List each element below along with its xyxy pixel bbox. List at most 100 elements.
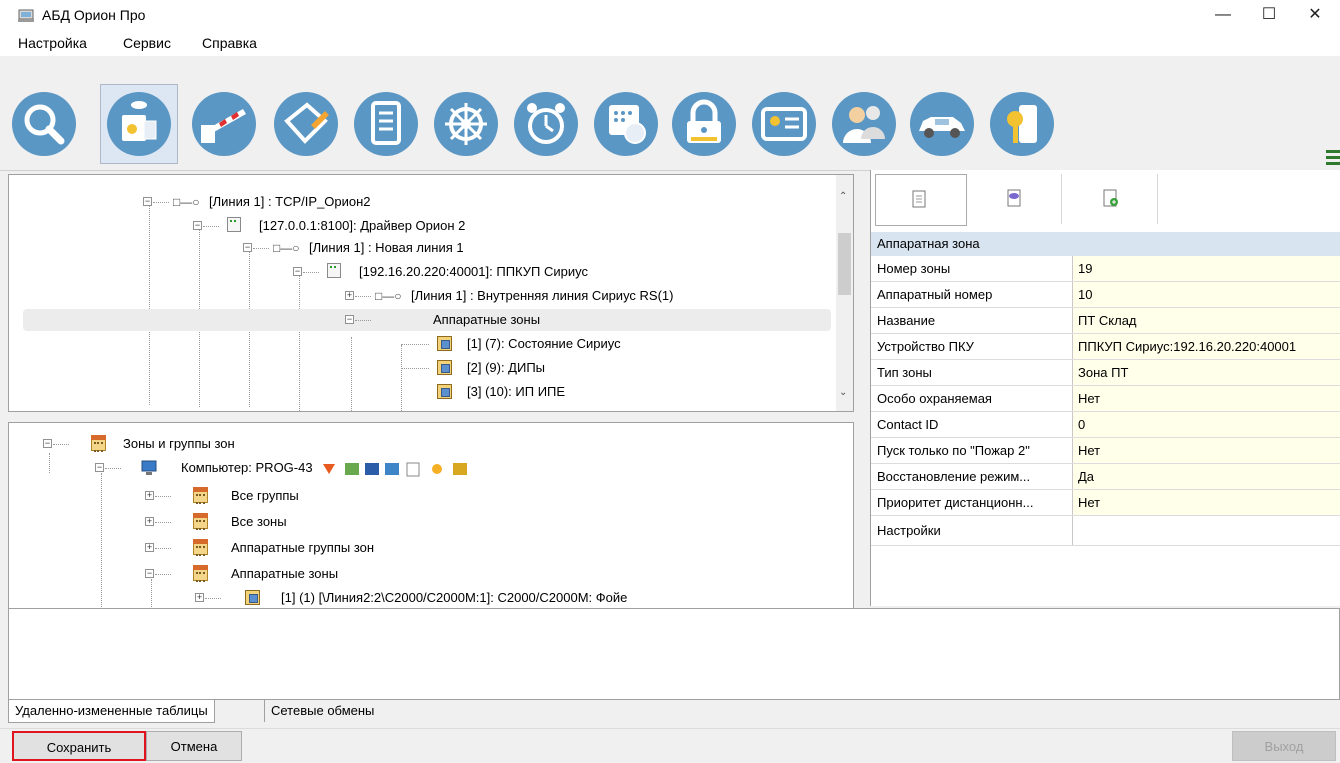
main-toolbar — [0, 56, 1340, 171]
property-key: Приоритет дистанционн... — [871, 490, 1073, 515]
toolbar-button-key[interactable] — [986, 88, 1058, 160]
tab-remote-changed-tables[interactable]: Удаленно-измененные таблицы — [8, 700, 215, 723]
toolbar-button-schedule[interactable] — [590, 88, 662, 160]
scroll-down-icon[interactable]: ⌄ — [839, 387, 847, 398]
toolbar-button-plan-edit[interactable] — [270, 88, 342, 160]
toolbar-button-devices[interactable] — [100, 84, 178, 164]
property-section-header: Аппаратная зона — [871, 232, 1340, 256]
tab-comment[interactable] — [971, 174, 1062, 224]
tree-row-label: Компьютер: PROG-43 — [181, 460, 313, 475]
plan-edit-icon — [274, 92, 338, 156]
property-row[interactable]: Пуск только по "Пожар 2" Нет — [871, 438, 1340, 464]
app-icon — [18, 9, 34, 22]
property-value[interactable]: 0 — [1073, 412, 1340, 437]
tree-row-label: [127.0.0.1:8100]: Драйвер Орион 2 — [259, 218, 466, 233]
toolbar-button-lock[interactable] — [668, 88, 740, 160]
property-value[interactable]: Нет — [1073, 490, 1340, 515]
toolbar-button-search[interactable] — [8, 88, 80, 160]
maximize-button[interactable]: ☐ — [1246, 0, 1292, 30]
property-row[interactable]: Восстановление режим... Да — [871, 464, 1340, 490]
property-value[interactable]: 10 — [1073, 282, 1340, 307]
properties-tab-icon — [912, 190, 926, 208]
toolbar-button-alarm-clock[interactable] — [510, 88, 582, 160]
computer-icon — [141, 460, 157, 475]
zones-calendar-icon — [193, 513, 208, 530]
footer-bar: Сохранить Отмена Выход — [0, 728, 1340, 761]
property-value[interactable]: Да — [1073, 464, 1340, 489]
menu-bar: Настройка Сервис Справка — [0, 30, 1340, 56]
zone-icon — [437, 336, 452, 351]
property-key: Особо охраняемая — [871, 386, 1073, 411]
tree-row-label: [3] (10): ИП ИПЕ — [467, 384, 566, 399]
minimize-button[interactable]: — — [1200, 0, 1246, 30]
schedule-icon — [594, 92, 658, 156]
tree-row-label: Все зоны — [231, 514, 287, 529]
properties-panel: Аппаратная зона Номер зоны 19 Аппаратный … — [870, 170, 1340, 606]
tree-row-label: [Линия 1] : Внутренняя линия Сириус RS(1… — [411, 288, 674, 303]
property-value[interactable]: Зона ПТ — [1073, 360, 1340, 385]
property-row[interactable]: Приоритет дистанционн... Нет — [871, 490, 1340, 516]
tree-row-label: [Линия 1] : Новая линия 1 — [309, 240, 464, 255]
exit-button[interactable]: Выход — [1232, 731, 1336, 761]
property-row[interactable]: Устройство ПКУ ППКУП Сириус:192.16.20.220… — [871, 334, 1340, 360]
property-value[interactable]: Нет — [1073, 438, 1340, 463]
tree-row-label: Все группы — [231, 488, 299, 503]
zones-calendar-icon — [193, 565, 208, 582]
property-row[interactable]: Название ПТ Склад — [871, 308, 1340, 334]
device-tree-scrollbar[interactable]: ⌃ ⌄ — [836, 175, 853, 411]
devices-icon — [107, 92, 171, 156]
property-row[interactable]: Номер зоны 19 — [871, 256, 1340, 282]
window-title: АБД Орион Про — [42, 7, 146, 23]
menu-item-service[interactable]: Сервис — [123, 35, 171, 51]
card-icon — [752, 92, 816, 156]
scroll-up-icon[interactable]: ⌃ — [839, 191, 847, 202]
property-row[interactable]: Тип зоны Зона ПТ — [871, 360, 1340, 386]
property-key: Аппаратный номер — [871, 282, 1073, 307]
property-value[interactable]: Нет — [1073, 386, 1340, 411]
property-value[interactable]: ППКУП Сириус:192.16.20.220:40001 — [1073, 334, 1340, 359]
property-value[interactable]: 19 — [1073, 256, 1340, 281]
toolbar-button-barrier[interactable] — [188, 88, 260, 160]
tab-add[interactable] — [1067, 174, 1158, 224]
property-value[interactable]: ПТ Склад — [1073, 308, 1340, 333]
property-row[interactable]: Contact ID 0 — [871, 412, 1340, 438]
toolbar-grip-icon[interactable] — [1326, 150, 1340, 168]
save-button[interactable]: Сохранить — [12, 731, 146, 761]
property-row[interactable]: Аппаратный номер 10 — [871, 282, 1340, 308]
toolbar-button-card[interactable] — [748, 88, 820, 160]
tree-row-label: [192.16.20.220:40001]: ППКУП Сириус — [359, 264, 588, 279]
zone-tree-panel[interactable]: − Зоны и группы зон − Компьютер: PROG-43… — [8, 422, 854, 610]
property-key: Настройки — [871, 516, 1073, 545]
property-row[interactable]: Особо охраняемая Нет — [871, 386, 1340, 412]
properties-tabs — [871, 170, 1340, 232]
toolbar-button-car[interactable] — [906, 88, 978, 160]
users-icon — [832, 92, 896, 156]
cancel-button[interactable]: Отмена — [146, 731, 242, 761]
zone-icon — [437, 360, 452, 375]
wheel-icon — [434, 92, 498, 156]
tree-row-label: [Линия 1] : TCP/IP_Орион2 — [209, 194, 371, 209]
log-panel[interactable] — [8, 608, 1340, 700]
menu-item-help[interactable]: Справка — [202, 35, 257, 51]
property-key: Contact ID — [871, 412, 1073, 437]
tab-properties[interactable] — [875, 174, 967, 226]
device-tree-panel[interactable]: − □—○ [Линия 1] : TCP/IP_Орион2 − [127.0… — [8, 174, 854, 412]
tree-row-label: [2] (9): ДИПы — [467, 360, 546, 375]
key-icon — [990, 92, 1054, 156]
close-button[interactable]: ✕ — [1292, 0, 1338, 30]
tab-network-exchanges[interactable]: Сетевые обмены — [264, 700, 380, 722]
tree-row-label: [1] (7): Состояние Сириус — [467, 336, 621, 351]
toolbar-button-users[interactable] — [828, 88, 900, 160]
menu-item-settings[interactable]: Настройка — [18, 35, 87, 51]
groups-calendar-icon — [193, 539, 208, 556]
property-row[interactable]: Настройки — [871, 516, 1340, 546]
groups-calendar-icon — [193, 487, 208, 504]
comment-tab-icon — [1007, 189, 1021, 207]
car-icon — [910, 92, 974, 156]
toolbar-button-document[interactable] — [350, 88, 422, 160]
toolbar-button-wheel[interactable] — [430, 88, 502, 160]
tree-row-hardware-zones[interactable]: − Аппаратные зоны — [23, 309, 831, 331]
property-key: Восстановление режим... — [871, 464, 1073, 489]
scroll-thumb[interactable] — [838, 233, 851, 295]
property-value[interactable] — [1073, 516, 1340, 545]
